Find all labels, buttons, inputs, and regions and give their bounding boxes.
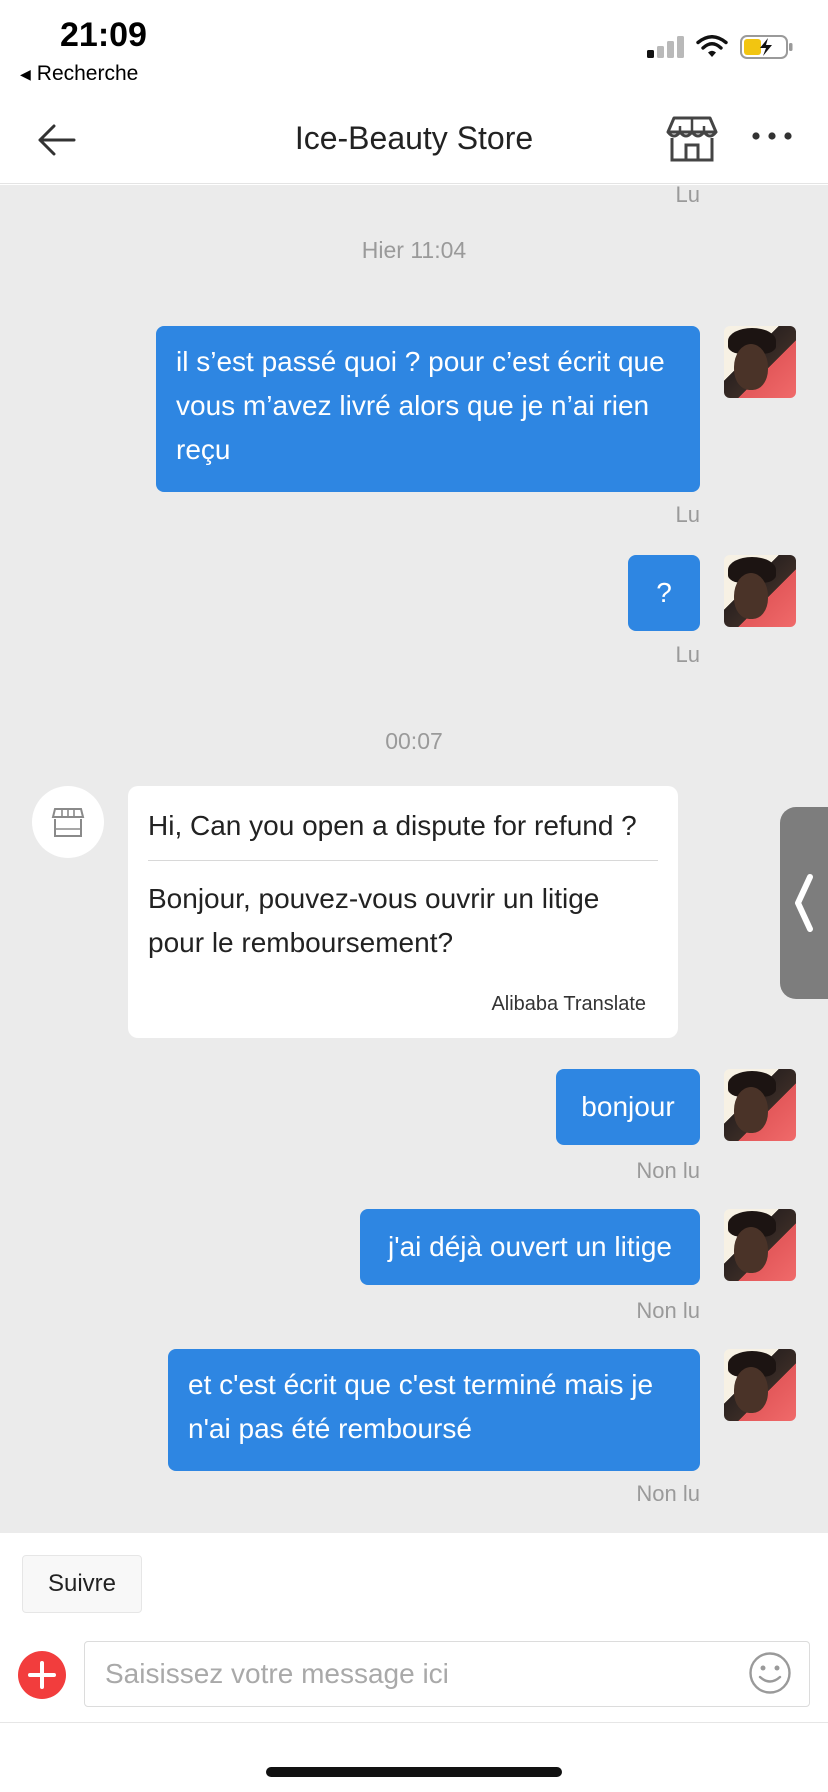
message-input[interactable]: Saisissez votre message ici [84, 1641, 810, 1707]
status-bar: 21:09 ◀ Recherche [0, 0, 828, 92]
translator-label: Alibaba Translate [491, 993, 646, 1015]
message-text: et c'est écrit que c'est terminé mais je [188, 1369, 654, 1400]
original-text: Hi, Can you open a dispute for refund ? [148, 806, 658, 861]
read-status: Lu [675, 185, 700, 207]
read-status: Lu [675, 642, 700, 667]
message-bubble[interactable]: bonjour [556, 1069, 700, 1145]
translated-line: pour le remboursement? [148, 927, 454, 958]
chevron-left-icon [795, 874, 813, 932]
more-icon[interactable] [750, 128, 794, 144]
back-triangle-icon: ◀ [20, 65, 31, 82]
store-avatar[interactable] [32, 786, 104, 858]
plus-icon [28, 1661, 56, 1689]
signal-icon [647, 36, 684, 58]
message-bubble[interactable]: et c'est écrit que c'est terminé mais je… [168, 1349, 700, 1471]
side-drawer-tab[interactable] [780, 807, 828, 999]
wifi-icon [696, 35, 728, 57]
store-icon [51, 808, 85, 837]
user-avatar[interactable] [724, 1349, 796, 1421]
message-text: bonjour [581, 1091, 675, 1122]
user-avatar[interactable] [724, 1209, 796, 1281]
user-avatar[interactable] [724, 555, 796, 627]
follow-button[interactable]: Suivre [22, 1555, 142, 1613]
store-icon[interactable] [666, 114, 718, 162]
message-bubble[interactable]: ? [628, 555, 700, 631]
plus-button[interactable] [18, 1651, 66, 1699]
status-icons [646, 34, 794, 60]
message-bubble[interactable]: il s’est passé quoi ? pour c’est écrit q… [156, 326, 700, 492]
message-text: vous m’avez livré alors que je n’ai rien [176, 390, 650, 421]
message-input-placeholder: Saisissez votre message ici [105, 1658, 449, 1689]
message-text: ? [656, 577, 672, 608]
chat-area[interactable]: Lu Hier 11:04 il s’est passé quoi ? pour… [0, 185, 828, 1533]
read-status: Lu [675, 502, 700, 527]
status-time: 21:09 [60, 16, 147, 54]
translated-text: Bonjour, pouvez-vous ouvrir un litige po… [148, 877, 658, 965]
message-composer: Suivre Saisissez votre message ici [0, 1533, 828, 1792]
message-bubble[interactable]: j'ai déjà ouvert un litige [360, 1209, 700, 1285]
unread-status: Non lu [636, 1298, 700, 1323]
home-indicator[interactable] [266, 1767, 562, 1777]
incoming-message-bubble[interactable]: Hi, Can you open a dispute for refund ? … [128, 786, 678, 1038]
timestamp: Hier 11:04 [361, 237, 467, 263]
battery-icon [740, 35, 793, 59]
message-text: reçu [176, 434, 231, 465]
timestamp: 00:07 [385, 728, 443, 754]
status-back-label: Recherche [36, 62, 139, 85]
translated-line: Bonjour, pouvez-vous ouvrir un litige [148, 883, 600, 914]
unread-status: Non lu [636, 1158, 700, 1183]
emoji-icon[interactable] [748, 1651, 792, 1695]
message-text: j'ai déjà ouvert un litige [388, 1231, 672, 1262]
status-back-link[interactable]: ◀ Recherche [20, 62, 138, 86]
unread-status: Non lu [636, 1481, 700, 1506]
divider [0, 1722, 828, 1723]
chat-header: Ice-Beauty Store [0, 92, 828, 184]
message-text: il s’est passé quoi ? pour c’est écrit q… [176, 346, 665, 377]
user-avatar[interactable] [724, 1069, 796, 1141]
user-avatar[interactable] [724, 326, 796, 398]
message-text: n'ai pas été remboursé [188, 1413, 472, 1444]
